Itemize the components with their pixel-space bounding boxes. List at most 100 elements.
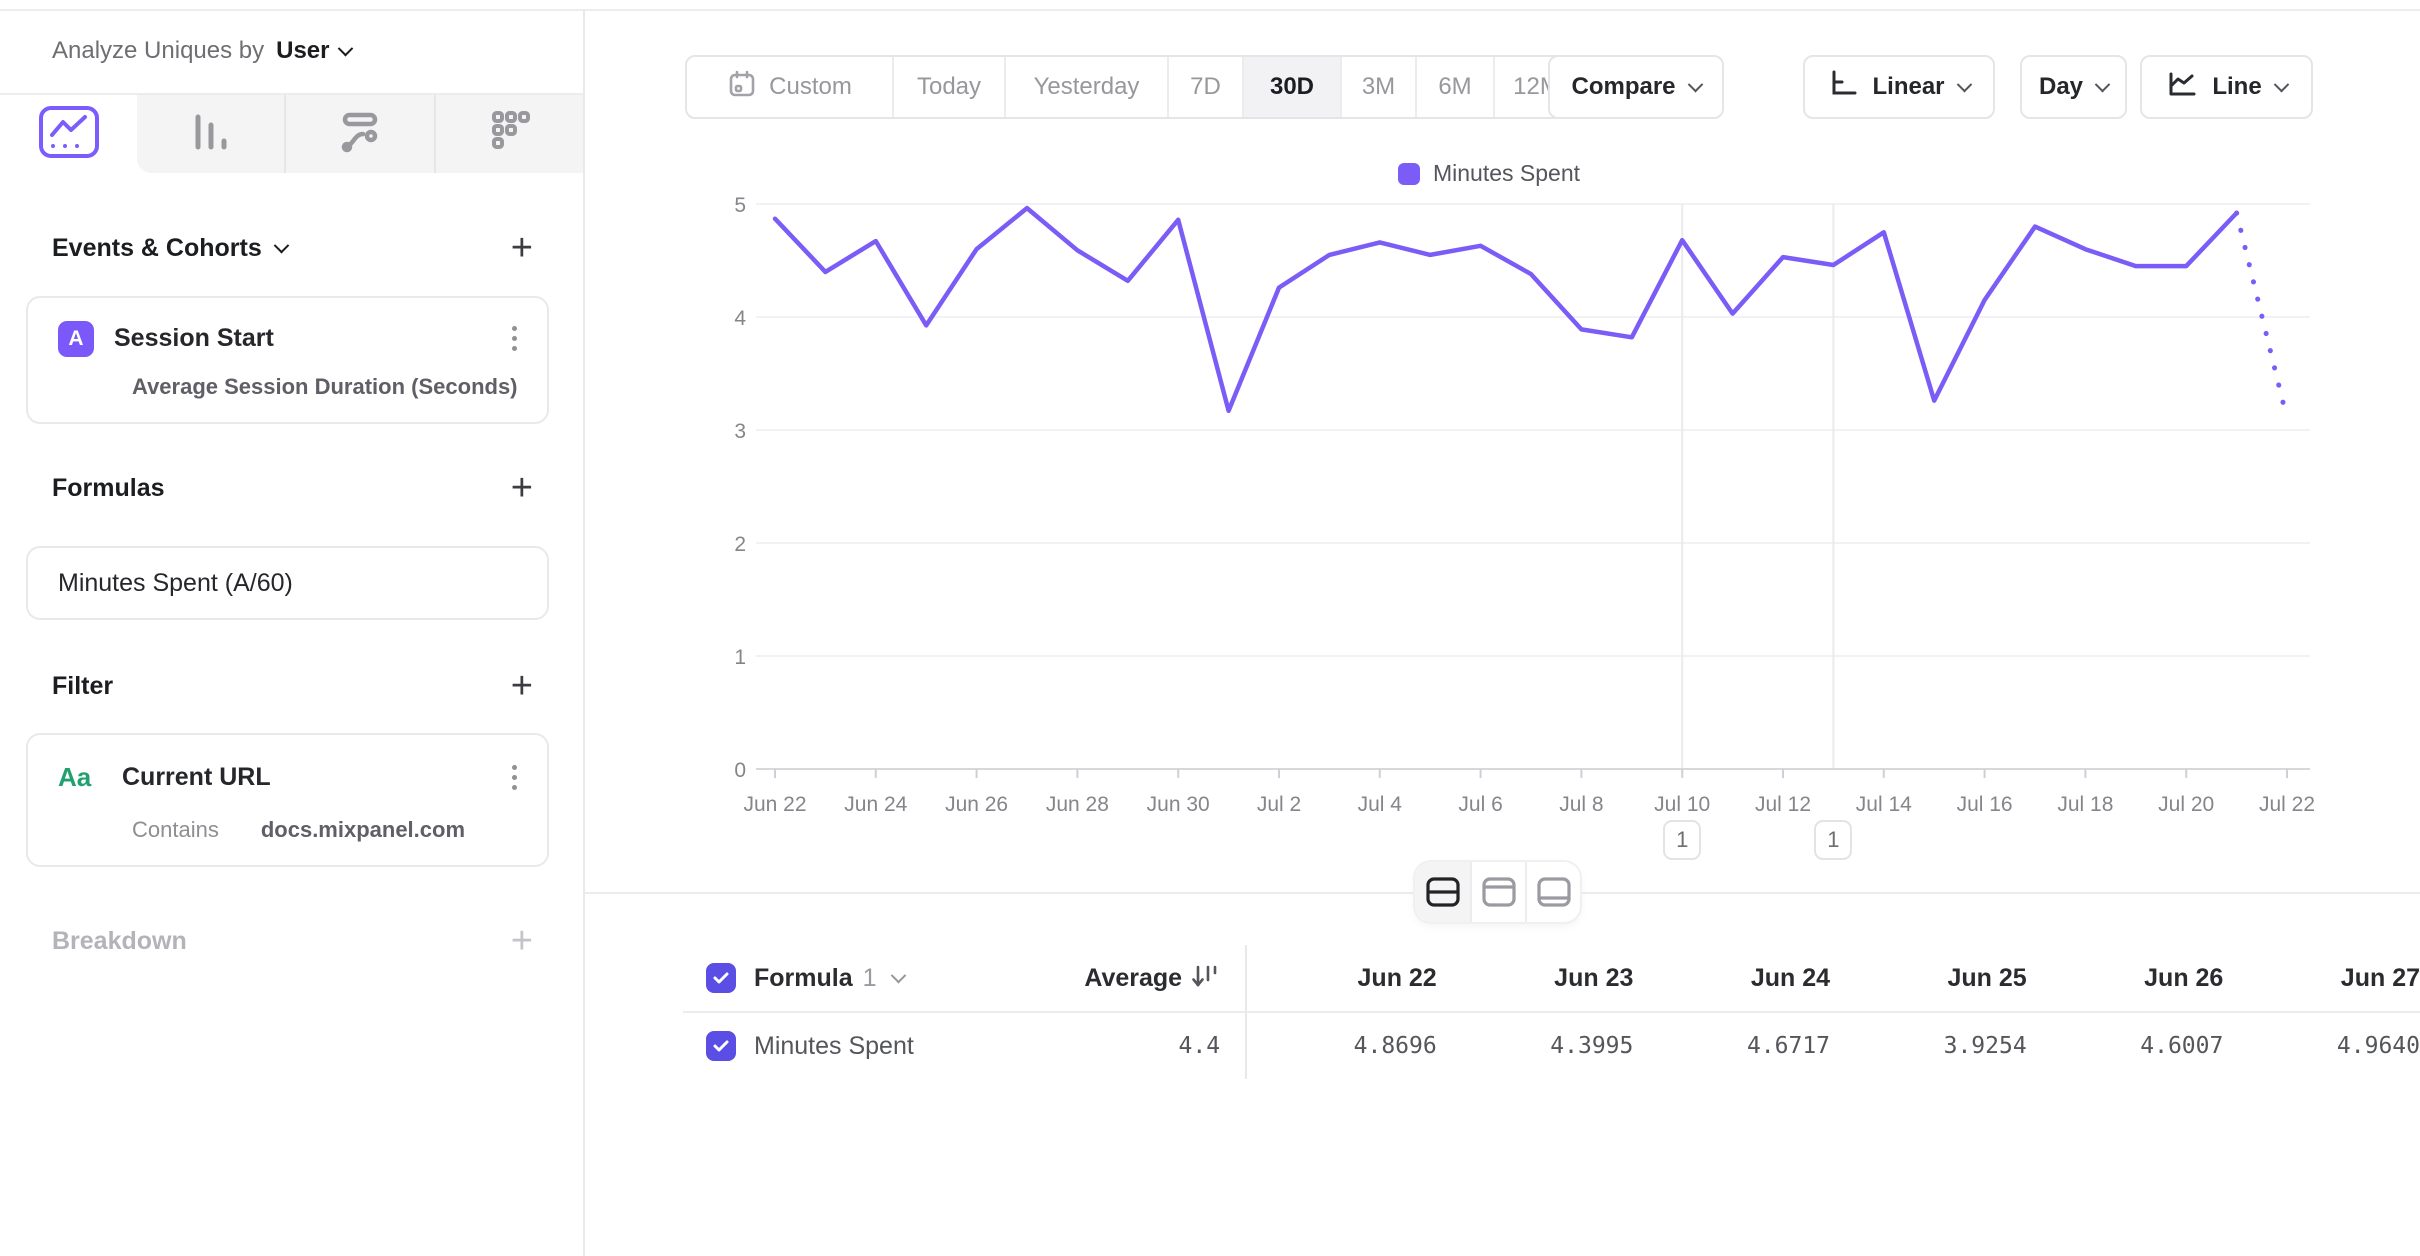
series-name: Minutes Spent [754, 1032, 914, 1061]
x-axis-label: Jul 12 [1755, 793, 1811, 816]
breakdown-section-title: Breakdown [52, 927, 187, 956]
value-cell: 4.6007 [2027, 1033, 2224, 1059]
select-all-checkbox[interactable] [706, 963, 736, 993]
chevron-down-icon [337, 40, 353, 56]
event-kebab-menu[interactable] [506, 320, 523, 357]
value-cell: 4.3995 [1437, 1033, 1634, 1059]
date-range-option-yesterday[interactable]: Yesterday [1004, 57, 1167, 117]
table-data-row: Minutes Spent 4.4 4.86964.39954.67173.92… [683, 1011, 2420, 1079]
x-axis-label: Jul 14 [1856, 793, 1912, 816]
results-table: Formula 1 Average Jun 22Jun 23Jun 24Jun … [683, 945, 2420, 1079]
date-range-option-3m[interactable]: 3M [1340, 57, 1415, 117]
formulas-section-header: Formulas + [52, 468, 539, 508]
add-breakdown-button[interactable]: + [505, 922, 539, 960]
y-axis-label: 3 [734, 420, 746, 443]
x-axis-label: Jul 8 [1559, 793, 1603, 816]
filter-operator: Contains [132, 817, 219, 842]
value-cell: 4.6717 [1633, 1033, 1830, 1059]
legend-swatch [1398, 163, 1420, 185]
average-value: 4.4 [1179, 1033, 1221, 1059]
x-axis-label: Jul 16 [1957, 793, 2013, 816]
date-column-header[interactable]: Jun 22 [1247, 964, 1437, 993]
visualization-tabstrip [0, 95, 583, 173]
x-axis-label: Jun 22 [743, 793, 806, 816]
y-axis-label: 5 [734, 194, 746, 217]
analyze-uniques-label: Analyze Uniques by [52, 37, 264, 65]
add-filter-button[interactable]: + [505, 667, 539, 705]
date-column-header[interactable]: Jun 26 [2027, 964, 2224, 993]
filter-section-title: Filter [52, 672, 113, 701]
layout-toggle [1415, 862, 1580, 922]
date-column-header[interactable]: Jun 24 [1633, 964, 1830, 993]
add-formula-button[interactable]: + [505, 469, 539, 507]
date-range-option-7d[interactable]: 7D [1167, 57, 1242, 117]
analyze-by-dropdown[interactable]: User [276, 37, 350, 65]
filter-kebab-menu[interactable] [506, 759, 523, 796]
add-event-button[interactable]: + [505, 229, 539, 267]
line-chart-icon [38, 105, 100, 164]
scale-dropdown[interactable]: Linear [1803, 55, 1995, 119]
flow-icon [333, 105, 387, 164]
chevron-down-icon [273, 237, 289, 253]
line-trend-icon [2166, 69, 2198, 106]
event-letter-badge: A [58, 321, 94, 357]
formula-index: 1 [863, 964, 877, 993]
chart-type-dropdown[interactable]: Line [2140, 55, 2313, 119]
layout-table-only-button[interactable] [1525, 862, 1580, 922]
x-axis-label: Jun 24 [844, 793, 907, 816]
analyze-row: Analyze Uniques by User [52, 37, 351, 65]
x-axis-label: Jul 6 [1458, 793, 1502, 816]
tab-retention-grid[interactable] [434, 95, 583, 173]
filter-condition[interactable]: Containsdocs.mixpanel.com [132, 817, 523, 843]
x-axis-label: Jul 2 [1257, 793, 1301, 816]
x-axis-label: Jul 22 [2259, 793, 2315, 816]
filter-card[interactable]: Aa Current URL Containsdocs.mixpanel.com [26, 733, 549, 867]
events-section-header: Events & Cohorts + [52, 228, 539, 268]
event-aggregation[interactable]: Average Session Duration (Seconds) [132, 374, 523, 400]
date-range-option-today[interactable]: Today [892, 57, 1004, 117]
x-axis-label: Jun 28 [1046, 793, 1109, 816]
formula-column-header[interactable]: Formula [754, 964, 853, 993]
column-divider [1220, 945, 1247, 1011]
filter-section-header: Filter + [52, 666, 539, 706]
linear-axis-icon [1828, 69, 1858, 106]
tab-bar-chart[interactable] [137, 95, 284, 173]
series-checkbox[interactable] [706, 1031, 736, 1061]
interval-dropdown[interactable]: Day [2020, 55, 2127, 119]
average-column-header[interactable]: Average [1084, 964, 1182, 993]
calendar-icon [727, 69, 757, 106]
compare-button[interactable]: Compare [1548, 55, 1724, 119]
events-section-title[interactable]: Events & Cohorts [52, 234, 287, 263]
date-range-control: CustomTodayYesterday7D30D3M6M12M [685, 55, 1580, 119]
date-range-option-custom[interactable]: Custom [687, 57, 892, 117]
chart-legend[interactable]: Minutes Spent [1398, 160, 1580, 187]
value-cell: 4.8696 [1247, 1033, 1437, 1059]
string-property-icon: Aa [58, 762, 102, 793]
chevron-down-icon [2095, 76, 2111, 92]
tab-line-chart[interactable] [0, 95, 137, 173]
date-column-header[interactable]: Jun 23 [1437, 964, 1634, 993]
date-range-option-6m[interactable]: 6M [1415, 57, 1493, 117]
chevron-down-icon [2273, 76, 2289, 92]
y-axis-label: 2 [734, 533, 746, 556]
y-axis-label: 4 [734, 307, 746, 330]
breakdown-section-header: Breakdown + [52, 921, 539, 961]
event-title: Session Start [114, 324, 486, 353]
x-axis-label: Jun 26 [945, 793, 1008, 816]
layout-split-button[interactable] [1415, 862, 1470, 922]
date-range-option-30d[interactable]: 30D [1242, 57, 1340, 117]
event-card[interactable]: A Session Start Average Session Duration… [26, 296, 549, 424]
value-cell: 3.9254 [1830, 1033, 2027, 1059]
sort-descending-icon[interactable] [1190, 959, 1220, 998]
formula-card[interactable]: Minutes Spent (A/60) [26, 546, 549, 620]
date-column-header[interactable]: Jun 27 [2223, 964, 2420, 993]
layout-chart-only-button[interactable] [1470, 862, 1525, 922]
date-column-header[interactable]: Jun 25 [1830, 964, 2027, 993]
annotation-badge-jul-13[interactable]: 1 [1814, 820, 1852, 860]
x-axis-label: Jul 10 [1654, 793, 1710, 816]
series-line-incomplete [2237, 213, 2287, 419]
annotation-badge-jul-10[interactable]: 1 [1663, 820, 1701, 860]
series-line [775, 208, 2237, 411]
tab-flow[interactable] [284, 95, 433, 173]
legend-label: Minutes Spent [1433, 160, 1580, 187]
